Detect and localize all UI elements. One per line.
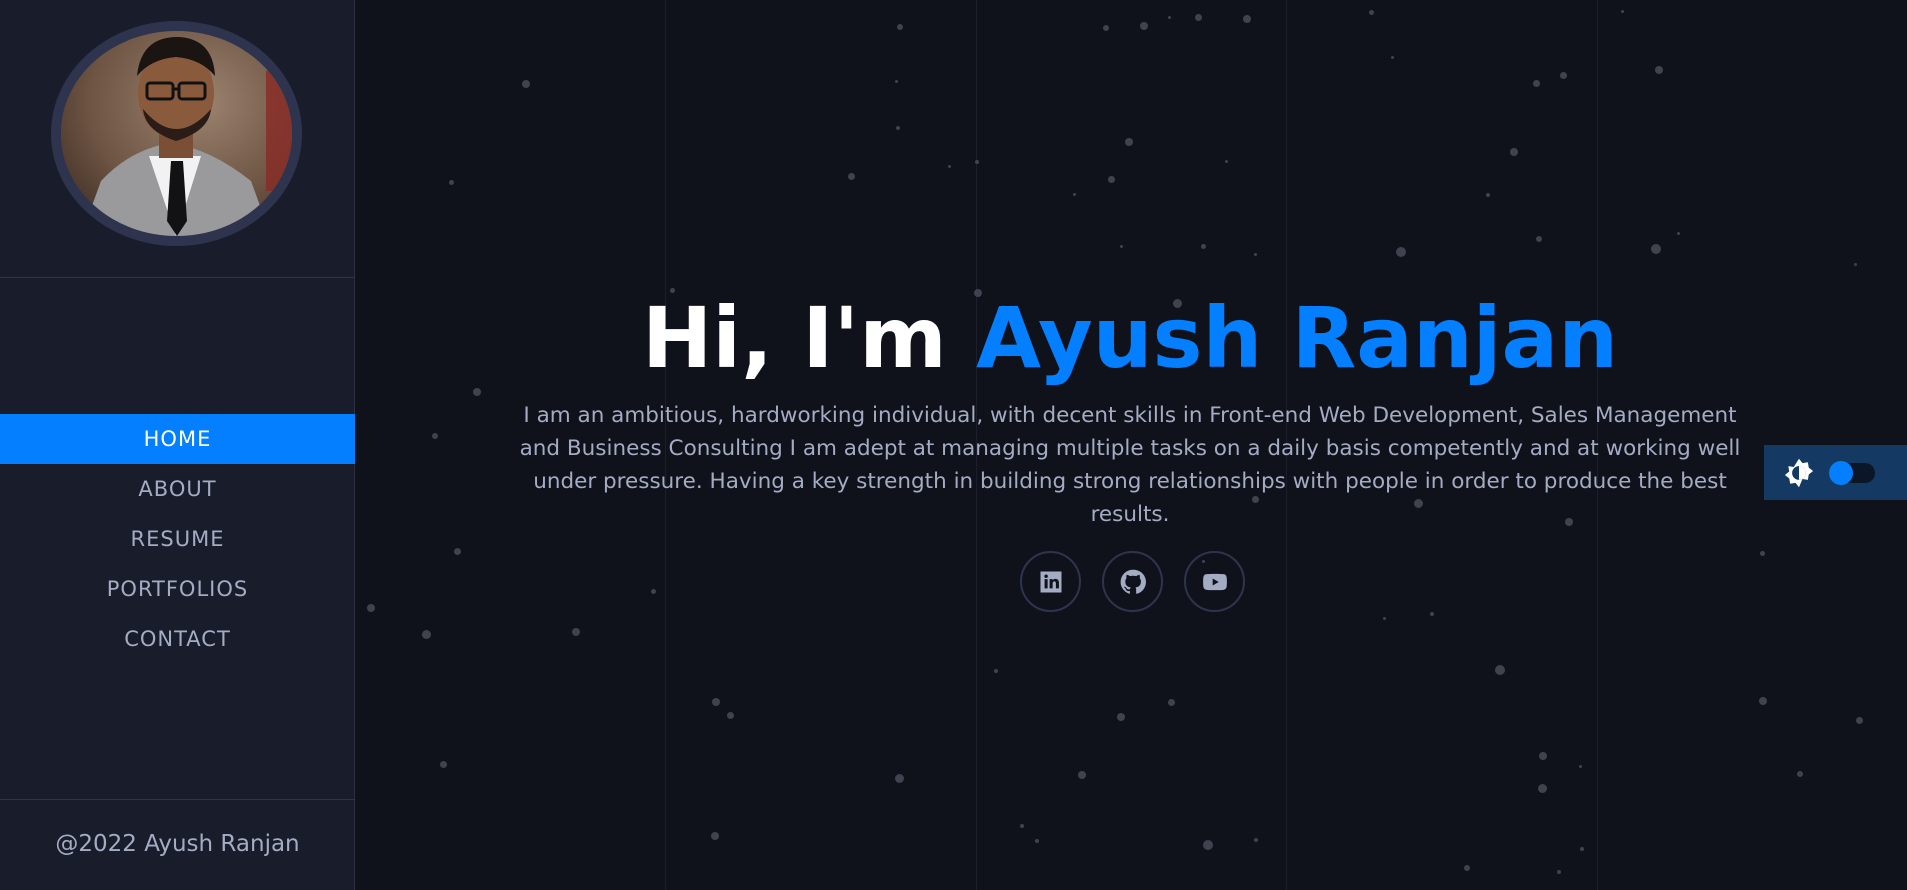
theme-toggle [1764, 445, 1907, 500]
youtube-icon [1202, 573, 1227, 590]
profile-photo [61, 31, 292, 236]
hero-name: Ayush Ranjan [975, 289, 1619, 387]
dark-mode-switch[interactable] [1829, 460, 1875, 485]
nav-item-resume[interactable]: Resume [0, 514, 355, 564]
github-icon [1120, 569, 1146, 594]
profile-header [0, 0, 355, 278]
avatar [51, 21, 302, 246]
page: Home About Resume Portfolios Contact @20… [0, 0, 1907, 890]
greeting-text: Hi, I'm [641, 289, 976, 387]
nav-item-about[interactable]: About [0, 464, 355, 514]
main-nav: Home About Resume Portfolios Contact [0, 414, 355, 664]
main-content: Hi, I'm Ayush Ranjan I am an ambitious, … [355, 0, 1907, 890]
copyright-footer: @2022 Ayush Ranjan [0, 799, 355, 890]
hero-heading: Hi, I'm Ayush Ranjan [510, 285, 1750, 391]
linkedin-link[interactable] [1020, 551, 1081, 612]
social-links [355, 551, 1907, 612]
github-link[interactable] [1102, 551, 1163, 612]
linkedin-icon [1040, 571, 1061, 592]
switch-knob [1829, 460, 1853, 485]
nav-item-portfolios[interactable]: Portfolios [0, 564, 355, 614]
hero: Hi, I'm Ayush Ranjan I am an ambitious, … [510, 285, 1750, 531]
nav-item-contact[interactable]: Contact [0, 614, 355, 664]
brightness-icon [1784, 458, 1814, 487]
sidebar: Home About Resume Portfolios Contact @20… [0, 0, 355, 890]
nav-item-home[interactable]: Home [0, 414, 355, 464]
hero-bio: I am an ambitious, hardworking individua… [519, 403, 1741, 527]
youtube-link[interactable] [1184, 551, 1245, 612]
